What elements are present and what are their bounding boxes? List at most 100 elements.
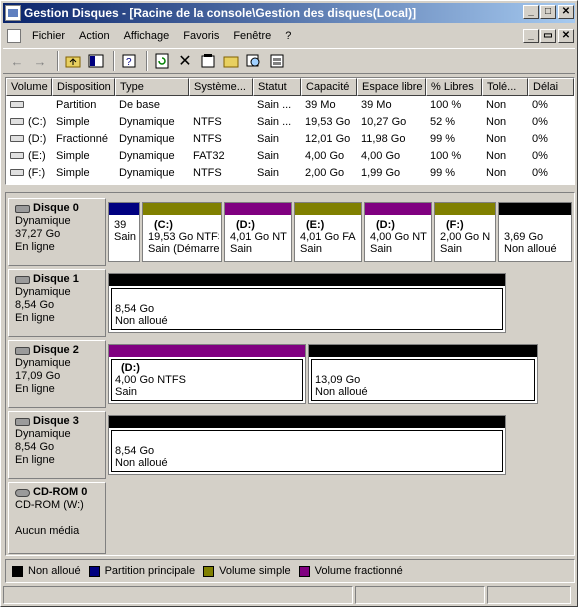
title-bar[interactable]: Gestion Disques - [Racine de la console\… [3,3,575,23]
partition-block[interactable]: 13,09 Go Non alloué [308,344,538,404]
partition-block[interactable]: 3,69 Go Non alloué [498,202,572,262]
disk-row: Disque 1 Dynamique 8,54 Go En ligne 8,54… [8,269,573,337]
disk-label[interactable]: Disque 2 Dynamique 17,09 Go En ligne [8,340,106,408]
child-close-button[interactable]: ✕ [558,29,574,43]
legend: Non alloué Partition principale Volume s… [5,559,575,583]
drive-icon [10,169,24,176]
properties-icon[interactable] [198,51,218,71]
column-header[interactable]: Tolé... [482,78,528,96]
disk-row: Disque 2 Dynamique 17,09 Go En ligne (D:… [8,340,573,408]
drive-icon [10,135,24,142]
table-row[interactable]: (C:) Simple Dynamique NTFS Sain ... 19,5… [6,113,574,130]
column-header[interactable]: Type [115,78,189,96]
hard-disk-icon [15,346,30,355]
menu-bar: Fichier Action Affichage Favoris Fenêtre… [3,26,575,46]
menu-affichage[interactable]: Affichage [117,30,177,42]
console-icon[interactable] [7,29,21,43]
child-minimize-button[interactable]: _ [523,29,539,43]
column-header[interactable]: Délai [528,78,574,96]
toolbar-separator [146,51,148,71]
minimize-button[interactable]: _ [523,5,539,19]
folder-icon[interactable] [221,51,241,71]
search-icon[interactable] [244,51,264,71]
drive-icon [10,118,24,125]
disk-label[interactable]: Disque 0 Dynamique 37,27 Go En ligne [8,198,106,266]
menu-help[interactable]: ? [278,30,298,42]
partition-block[interactable]: (F:) 2,00 Go N Sain [434,202,496,262]
toolbar-separator [113,51,115,71]
disk-properties-icon[interactable] [267,51,287,71]
hard-disk-icon [15,204,30,213]
partition-block[interactable]: (D:) 4,00 Go NTFS Sain [108,344,306,404]
partition-block[interactable]: (C:) 19,53 Go NTFS Sain (Démarre [142,202,222,262]
partition-color-bar [499,203,571,215]
partition-color-bar [143,203,221,215]
menu-action[interactable]: Action [72,30,117,42]
up-folder-icon[interactable] [63,51,83,71]
column-header[interactable]: Statut [253,78,301,96]
refresh-icon[interactable] [152,51,172,71]
partition-color-bar [225,203,291,215]
properties-help-icon[interactable]: ? [119,51,139,71]
forward-arrow-icon[interactable]: → [30,51,50,71]
close-button[interactable]: ✕ [558,5,574,19]
disk-label[interactable]: Disque 3 Dynamique 8,54 Go En ligne [8,411,106,479]
cdrom-icon [15,488,30,497]
column-header[interactable]: Disposition [52,78,115,96]
column-header[interactable]: Espace libre [357,78,426,96]
partition-color-bar [109,203,139,215]
status-pane [3,586,353,604]
status-bar [3,586,575,604]
column-header[interactable]: Système... [189,78,253,96]
table-row[interactable]: (D:) Fractionné Dynamique NTFS Sain 12,0… [6,130,574,147]
disk-row: Disque 3 Dynamique 8,54 Go En ligne 8,54… [8,411,573,479]
partition-color-bar [109,274,505,286]
table-row[interactable]: (F:) Simple Dynamique NTFS Sain 2,00 Go … [6,164,574,181]
delete-icon[interactable]: ✕ [175,51,195,71]
svg-text:?: ? [126,57,132,68]
legend-item: Partition principale [88,565,195,577]
table-row[interactable]: (E:) Simple Dynamique FAT32 Sain 4,00 Go… [6,147,574,164]
status-pane [355,586,485,604]
toolbar-separator [57,51,59,71]
column-header[interactable]: Volume [6,78,52,96]
child-restore-button[interactable]: ▭ [540,29,556,43]
partition-color-bar [309,345,537,357]
partition-block[interactable]: (E:) 4,01 Go FA Sain [294,202,362,262]
table-row[interactable]: Partition De base Sain ... 39 Mo 39 Mo 1… [6,96,574,113]
menu-favoris[interactable]: Favoris [176,30,226,42]
back-arrow-icon[interactable]: ← [7,51,27,71]
partition-color-bar [295,203,361,215]
hard-disk-icon [15,275,30,284]
window-title: Gestion Disques - [Racine de la console\… [24,6,417,20]
disk-label[interactable]: CD-ROM 0 CD-ROM (W:) Aucun média [8,482,106,554]
show-tree-icon[interactable] [86,51,106,71]
drive-icon [10,152,24,159]
menu-fenetre[interactable]: Fenêtre [226,30,278,42]
disk-row: Disque 0 Dynamique 37,27 Go En ligne 39 S… [8,198,573,266]
partition-block[interactable]: (D:) 4,01 Go NT Sain [224,202,292,262]
partition-block[interactable]: 8,54 Go Non alloué [108,415,506,475]
column-header[interactable]: % Libres [426,78,482,96]
status-pane [487,586,571,604]
partition-block[interactable]: (D:) 4,00 Go NT Sain [364,202,432,262]
menu-fichier[interactable]: Fichier [25,30,72,42]
window: Gestion Disques - [Racine de la console\… [0,0,578,607]
app-icon[interactable] [5,5,21,21]
disk-label[interactable]: Disque 1 Dynamique 8,54 Go En ligne [8,269,106,337]
column-header[interactable]: Capacité [301,78,357,96]
maximize-button[interactable]: □ [540,5,556,19]
partition-color-bar [109,345,305,357]
partition-block[interactable]: 39 Sain [108,202,140,262]
drive-icon [10,101,24,108]
partition-color-bar [365,203,431,215]
partition-color-bar [109,416,505,428]
pane-splitter[interactable] [5,187,575,191]
partition-block[interactable]: 8,54 Go Non alloué [108,273,506,333]
legend-item: Non alloué [12,565,81,577]
volume-list[interactable]: Volume Disposition Type Système... Statu… [5,77,575,185]
legend-item: Volume fractionné [298,565,403,577]
partition-color-bar [435,203,495,215]
disk-row: CD-ROM 0 CD-ROM (W:) Aucun média [8,482,573,554]
disk-graph-pane: Disque 0 Dynamique 37,27 Go En ligne 39 S… [5,192,575,556]
